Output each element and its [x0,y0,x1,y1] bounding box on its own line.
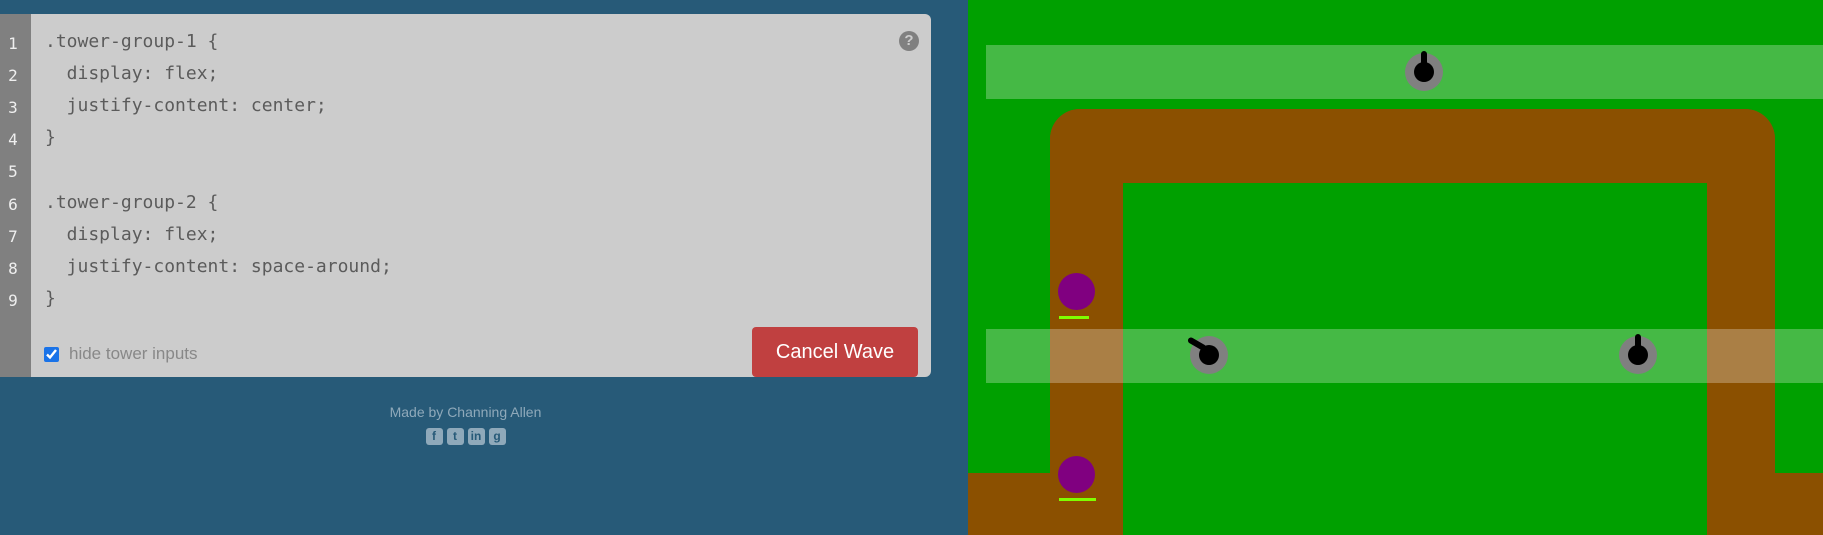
enemy [1058,273,1095,310]
enemy [1058,456,1095,493]
line-number: 7 [8,227,18,246]
hide-tower-inputs-label: hide tower inputs [69,344,198,363]
line-number: 8 [8,259,18,278]
tower[interactable] [1619,334,1657,374]
editor-pane: 1 2 3 4 5 6 7 8 9 .tower-group-1 { displ… [0,0,968,535]
css-editor[interactable]: 1 2 3 4 5 6 7 8 9 .tower-group-1 { displ… [0,14,931,377]
code-line[interactable]: justify-content: center; [45,95,327,116]
enemy-health-bar [1059,498,1096,501]
credit-text: Made by Channing Allen [389,404,542,420]
code-line[interactable]: .tower-group-1 { [45,31,218,52]
tower-group-2 [986,329,1823,383]
road-top-horizontal [1050,109,1775,183]
line-number: 4 [8,130,18,149]
line-number: 9 [8,291,18,310]
line-number: 5 [8,162,18,181]
tower[interactable] [1405,51,1443,91]
line-number: 3 [8,98,18,117]
twitter-icon[interactable]: t [446,428,464,445]
road-bottom-right [1707,473,1823,535]
game-board[interactable] [968,0,1823,535]
line-number: 2 [8,66,18,85]
tower[interactable] [1186,336,1228,374]
facebook-icon[interactable]: f [425,428,443,445]
line-number: 6 [8,195,18,214]
code-line[interactable]: display: flex; [45,63,219,84]
code-line[interactable]: display: flex; [45,224,219,245]
hide-tower-inputs-checkbox[interactable] [44,346,59,362]
social-links: f t in g [0,428,931,445]
code-line[interactable]: justify-content: space-around; [45,256,392,277]
code-line[interactable]: .tower-group-2 { [45,192,218,213]
road-right-vertical [1707,109,1775,535]
line-number: 1 [8,34,18,53]
github-icon[interactable]: g [488,428,506,445]
enemy-health-bar [1059,316,1089,319]
linkedin-icon[interactable]: in [467,428,485,445]
line-number-gutter: 1 2 3 4 5 6 7 8 9 [0,14,31,377]
hide-tower-inputs-toggle[interactable]: hide tower inputs [44,344,198,364]
code-line[interactable]: } [45,288,56,309]
road-bottom-left [968,473,1123,535]
question-icon[interactable]: ? [899,31,919,51]
code-line[interactable]: } [45,127,56,148]
cancel-wave-button[interactable]: Cancel Wave [752,327,918,377]
